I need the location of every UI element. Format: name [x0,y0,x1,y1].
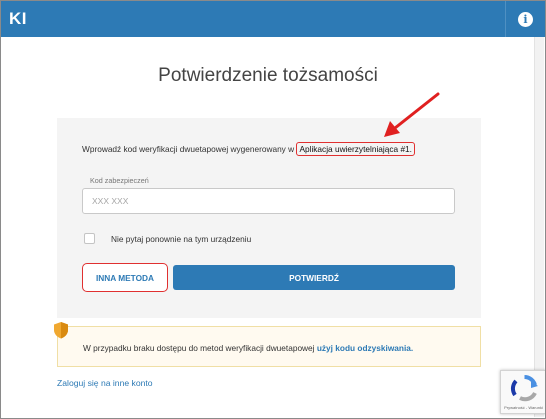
info-button[interactable]: i [505,1,545,37]
remember-device-label[interactable]: Nie pytaj ponownie na tym urządzeniu [111,234,251,244]
login-other-account-link[interactable]: Zaloguj się na inne konto [57,378,153,388]
authenticator-app-name: Aplikacja uwierzytelniająca #1. [296,142,415,156]
other-method-button[interactable]: INNA METODA [82,263,168,292]
page-title: Potwierdzenie tożsamości [158,65,378,86]
prompt-text: Wprowadź kod weryfikacji dwuetapowej wyg… [82,144,295,154]
confirm-button[interactable]: POTWIERDŹ [173,265,455,290]
security-code-input[interactable] [82,188,455,214]
top-bar: KI i [1,1,545,37]
info-icon: i [518,11,533,27]
app-logo[interactable]: KI [9,9,27,29]
scrollbar[interactable] [534,37,544,417]
browser-frame: KI i Potwierdzenie tożsamości Wprowadź k… [0,0,546,419]
recovery-text: W przypadku braku dostępu do metod weryf… [83,343,315,353]
recovery-notice-text: W przypadku braku dostępu do metod weryf… [83,343,413,353]
recaptcha-icon [510,375,538,402]
recaptcha-badge[interactable]: Prywatność - Warunki [500,370,545,414]
remember-device-checkbox[interactable] [84,233,95,244]
security-code-label: Kod zabezpieczeń [90,176,149,185]
verification-panel: Wprowadź kod weryfikacji dwuetapowej wyg… [57,118,481,318]
shield-icon [54,322,68,339]
recovery-code-link[interactable]: użyj kodu odzyskiwania. [317,343,413,353]
recovery-notice: W przypadku braku dostępu do metod weryf… [54,322,481,367]
recaptcha-footer[interactable]: Prywatność - Warunki [501,405,545,410]
verification-prompt: Wprowadź kod weryfikacji dwuetapowej wyg… [82,142,415,156]
